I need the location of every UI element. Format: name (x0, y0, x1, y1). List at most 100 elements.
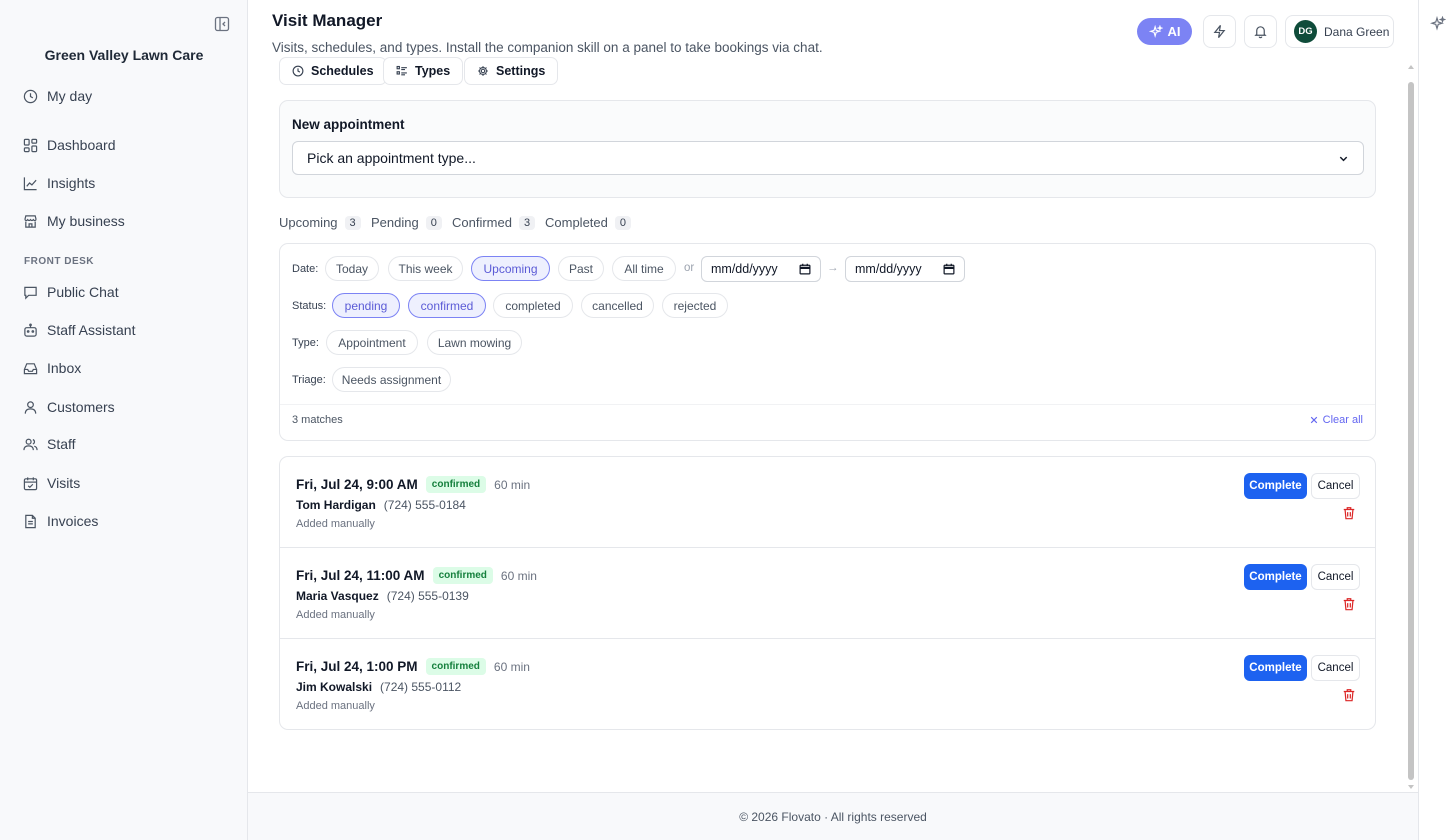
sidebar-collapse-icon[interactable] (214, 16, 232, 34)
scroll-up-icon[interactable] (1408, 64, 1414, 70)
calendar-check-icon (23, 476, 38, 491)
sidebar-item-staff[interactable]: Staff (23, 434, 76, 454)
brand-name: Green Valley Lawn Care (44, 47, 204, 63)
sidebar-item-customers[interactable]: Customers (23, 397, 115, 417)
tab-label: Pending (371, 215, 419, 230)
status-filter-label: Status: (292, 300, 327, 312)
table-row: Fri, Jul 24, 11:00 AM confirmed 60 min M… (280, 548, 1375, 639)
sparkle-icon[interactable] (1430, 16, 1446, 32)
user-name: Dana Green (1324, 24, 1390, 39)
cancel-button[interactable]: Cancel (1311, 655, 1360, 681)
date-filter-all-time[interactable]: All time (612, 256, 676, 281)
appointment-datetime: Fri, Jul 24, 1:00 PM (296, 659, 418, 674)
user-menu[interactable]: DG Dana Green (1285, 15, 1394, 48)
date-filter-upcoming[interactable]: Upcoming (471, 256, 550, 281)
settings-button[interactable]: Settings (464, 57, 559, 85)
sidebar-item-public-chat[interactable]: Public Chat (23, 282, 119, 302)
sidebar-item-label: My business (47, 213, 125, 229)
clear-all-button[interactable]: Clear all (1310, 414, 1363, 426)
status-filter-cancelled[interactable]: cancelled (581, 293, 654, 318)
clock-icon (292, 65, 304, 77)
status-badge: confirmed (425, 476, 487, 493)
new-appointment-card: New appointment Pick an appointment type… (279, 100, 1376, 198)
sidebar-item-label: Insights (47, 175, 96, 191)
cancel-button[interactable]: Cancel (1311, 473, 1360, 499)
appointment-datetime: Fri, Jul 24, 9:00 AM (296, 477, 418, 492)
store-icon (23, 214, 38, 229)
inbox-icon (23, 361, 38, 376)
date-to-input[interactable]: mm/dd/yyyy (845, 256, 965, 282)
tab-label: Completed (545, 215, 608, 230)
trash-icon[interactable] (1342, 688, 1356, 702)
page-title: Visit Manager (272, 11, 383, 30)
sidebar-item-label: Customers (47, 399, 115, 415)
appointment-source: Added manually (296, 518, 375, 530)
types-button[interactable]: Types (383, 57, 464, 85)
complete-button[interactable]: Complete (1244, 655, 1307, 681)
date-from-input[interactable]: mm/dd/yyyy (701, 256, 821, 282)
chart-line-icon (23, 176, 38, 191)
notifications-button[interactable] (1244, 15, 1277, 48)
clock-icon (23, 89, 38, 104)
status-badge: confirmed (432, 567, 493, 584)
ai-button[interactable]: AI (1137, 18, 1192, 45)
sidebar-item-inbox[interactable]: Inbox (23, 358, 81, 378)
sidebar-item-staff-assistant[interactable]: Staff Assistant (23, 320, 135, 340)
calendar-icon (799, 263, 811, 275)
tab-completed[interactable]: Completed 0 (545, 215, 631, 230)
trash-icon[interactable] (1342, 506, 1356, 520)
date-filter-this-week[interactable]: This week (388, 256, 463, 281)
appointment-customer: Tom Hardigan (724) 555-0184 (296, 498, 466, 512)
document-icon (23, 514, 38, 529)
users-icon (23, 437, 38, 452)
sidebar-item-my-day[interactable]: My day (23, 86, 92, 106)
appointment-type-placeholder: Pick an appointment type... (307, 150, 476, 166)
type-filter-label: Type: (292, 337, 319, 349)
tab-pending[interactable]: Pending 0 (371, 215, 442, 230)
lightning-icon (1212, 24, 1227, 39)
schedules-button[interactable]: Schedules (279, 57, 387, 85)
appointment-type-select[interactable]: Pick an appointment type... (292, 141, 1364, 175)
quick-actions-button[interactable] (1203, 15, 1236, 48)
status-filter-rejected[interactable]: rejected (662, 293, 728, 318)
bot-icon (23, 323, 38, 338)
sidebar-item-label: My day (47, 88, 93, 104)
sidebar-item-insights[interactable]: Insights (23, 173, 95, 193)
schedules-label: Schedules (311, 64, 374, 78)
appointment-customer: Jim Kowalski (724) 555-0112 (296, 680, 461, 694)
chat-icon (23, 285, 38, 300)
sidebar-item-my-business[interactable]: My business (23, 211, 125, 231)
appointment-when: Fri, Jul 24, 9:00 AM confirmed 60 min (296, 476, 530, 493)
scroll-down-icon[interactable] (1408, 784, 1414, 790)
date-filter-past[interactable]: Past (558, 256, 604, 281)
sidebar-item-visits[interactable]: Visits (23, 473, 80, 493)
sidebar-item-invoices[interactable]: Invoices (23, 511, 98, 531)
trash-icon[interactable] (1342, 597, 1356, 611)
tab-count: 3 (518, 215, 536, 230)
complete-button[interactable]: Complete (1244, 564, 1307, 590)
tab-upcoming[interactable]: Upcoming 3 (279, 215, 361, 230)
date-filter-today[interactable]: Today (325, 256, 379, 281)
status-badge: confirmed (425, 658, 486, 675)
cancel-button[interactable]: Cancel (1311, 564, 1360, 590)
status-filter-pending[interactable]: pending (332, 293, 400, 318)
type-filter-appointment[interactable]: Appointment (326, 330, 418, 355)
tab-confirmed[interactable]: Confirmed 3 (452, 215, 536, 230)
triage-filter-needs-assignment[interactable]: Needs assignment (332, 367, 451, 392)
table-row: Fri, Jul 24, 1:00 PM confirmed 60 min Ji… (280, 639, 1375, 729)
scrollbar[interactable] (1406, 62, 1416, 792)
user-icon (23, 400, 38, 415)
complete-button[interactable]: Complete (1244, 473, 1307, 499)
sidebar-item-label: Inbox (47, 360, 82, 376)
sidebar-section-front-desk: FRONT DESK (24, 256, 94, 267)
scrollbar-thumb[interactable] (1408, 82, 1414, 780)
status-filter-completed[interactable]: completed (493, 293, 573, 318)
type-filter-lawn-mowing[interactable]: Lawn mowing (427, 330, 522, 355)
chevron-down-icon (1338, 153, 1349, 164)
date-filter-label: Date: (292, 263, 319, 275)
tab-label: Confirmed (452, 215, 512, 230)
status-filter-confirmed[interactable]: confirmed (408, 293, 486, 318)
sidebar-item-label: Dashboard (47, 137, 116, 153)
sidebar-item-dashboard[interactable]: Dashboard (23, 135, 116, 155)
table-row: Fri, Jul 24, 9:00 AM confirmed 60 min To… (280, 457, 1375, 548)
